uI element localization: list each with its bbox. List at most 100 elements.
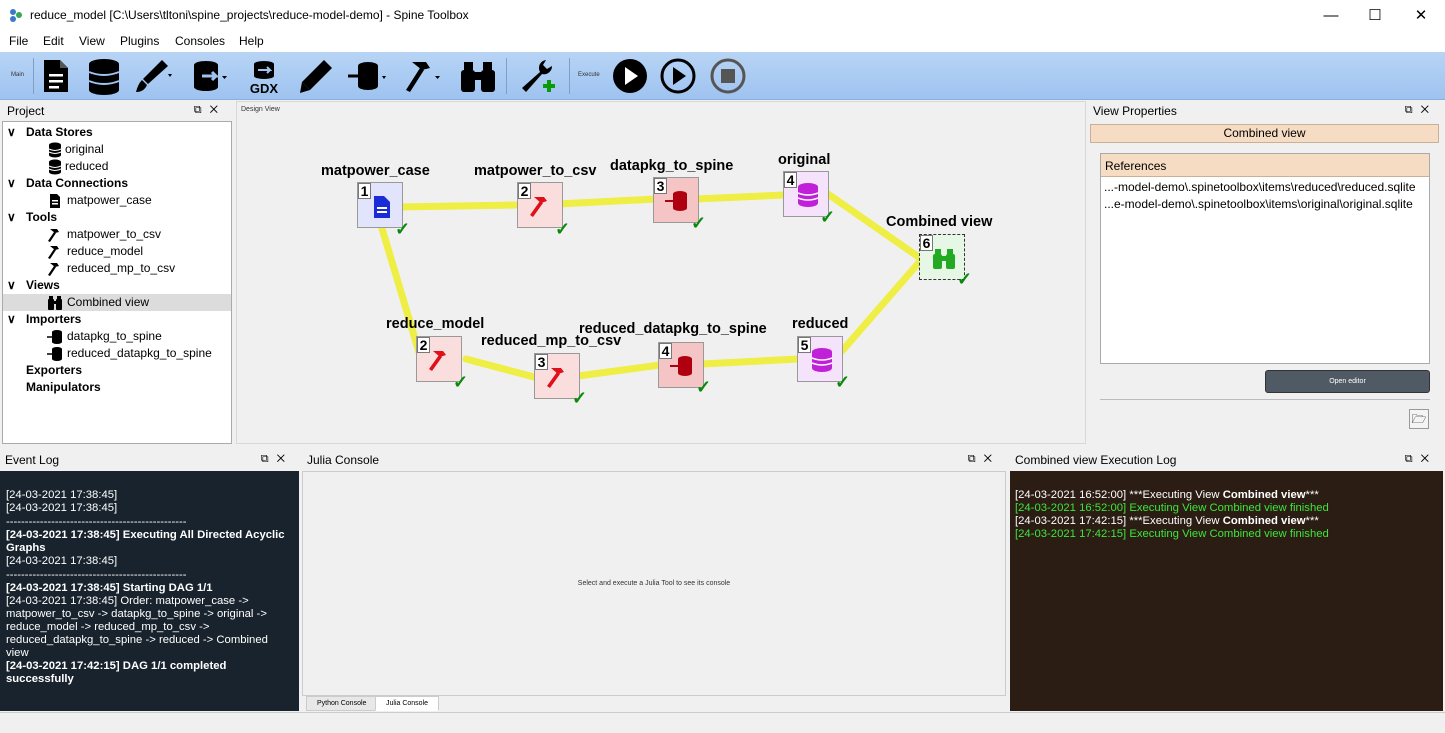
link-line[interactable] <box>377 221 425 363</box>
log-line: [24-03-2021 17:38:45] <box>6 502 118 514</box>
menu-help[interactable]: Help <box>239 34 264 48</box>
tree-item[interactable]: reduced_mp_to_csv <box>3 260 231 277</box>
project-tree[interactable]: ∨ Data Stores original reduced ∨ Data Connect… <box>2 121 232 444</box>
spine-app-icon <box>10 9 22 22</box>
tree-category-views[interactable]: ∨ Views <box>3 277 231 294</box>
stop-execution-icon[interactable] <box>708 56 748 96</box>
log-line: [24-03-2021 17:42:15] ***Executing View … <box>1015 515 1438 528</box>
link-line[interactable] <box>838 255 926 355</box>
hammer-icon <box>429 351 446 371</box>
dock-float-close-icons[interactable]: ⧉✕ <box>194 104 226 117</box>
execute-selected-icon[interactable] <box>658 56 698 96</box>
chevron-down-icon[interactable]: ∨ <box>7 277 16 294</box>
menu-consoles[interactable]: Consoles <box>175 34 225 48</box>
menu-view[interactable]: View <box>79 34 105 48</box>
log-line: [24-03-2021 16:52:00] ***Executing View … <box>1015 489 1438 502</box>
link-line[interactable] <box>462 355 538 381</box>
view-binoculars-icon[interactable] <box>458 56 498 96</box>
tree-category-exporters[interactable]: Exporters <box>3 362 231 379</box>
tree-item[interactable]: reduced_datapkg_to_spine <box>3 345 231 362</box>
open-editor-button[interactable]: Open editor <box>1265 370 1430 393</box>
status-bar <box>0 712 1445 733</box>
node-label: Combined view <box>886 214 993 230</box>
log-line: [24-03-2021 17:38:45] <box>6 555 118 567</box>
tool-brush-icon[interactable] <box>132 56 172 96</box>
julia-console-message: Select and execute a Julia Tool to see i… <box>577 580 731 587</box>
tree-category-label: Data Connections <box>26 176 129 190</box>
success-check-icon: ✓ <box>555 219 571 239</box>
tree-category-tools[interactable]: ∨ Tools <box>3 209 231 226</box>
tree-item[interactable]: matpower_to_csv <box>3 226 231 243</box>
link-line[interactable] <box>574 361 664 380</box>
chevron-down-icon[interactable]: ∨ <box>7 311 16 328</box>
menu-plugins[interactable]: Plugins <box>120 34 159 48</box>
log-text: *** <box>1305 515 1319 527</box>
menu-edit[interactable]: Edit <box>43 34 64 48</box>
tree-item[interactable]: matpower_case <box>3 192 231 209</box>
tree-item-label: datapkg_to_spine <box>67 329 162 343</box>
tool-hammer-icon[interactable] <box>402 56 442 96</box>
database-icon <box>811 348 833 372</box>
combiner-icon[interactable] <box>346 56 386 96</box>
node-label: reduced <box>792 316 849 332</box>
gdx-label: GDX <box>250 81 279 96</box>
execution-log-dock-title: Combined view Execution Log ⧉✕ <box>1010 450 1443 469</box>
importer-icon[interactable] <box>188 56 228 96</box>
manipulator-pen-icon[interactable] <box>296 56 336 96</box>
dock-float-close-icons[interactable]: ⧉✕ <box>968 453 1000 466</box>
tree-category-label: Tools <box>26 210 58 224</box>
add-specification-wrench-icon[interactable] <box>516 56 556 96</box>
data-store-icon[interactable] <box>84 56 124 96</box>
dock-float-close-icons[interactable]: ⧉✕ <box>261 453 293 466</box>
julia-console[interactable]: Select and execute a Julia Tool to see i… <box>302 471 1006 696</box>
dock-float-close-icons[interactable]: ⧉✕ <box>1405 104 1437 117</box>
event-log[interactable]: [24-03-2021 17:38:45] [24-03-2021 17:38:… <box>0 471 299 711</box>
divider <box>1100 399 1430 400</box>
tree-item-label: matpower_case <box>67 193 152 207</box>
success-check-icon: ✓ <box>395 219 411 239</box>
tree-item[interactable]: Combined view <box>3 294 231 311</box>
window-title: reduce_model [C:\Users\tltoni\spine_proj… <box>30 8 469 22</box>
title-bar: reduce_model [C:\Users\tltoni\spine_proj… <box>0 0 1445 31</box>
execution-log[interactable]: [24-03-2021 16:52:00] ***Executing View … <box>1010 471 1443 711</box>
chevron-down-icon[interactable]: ∨ <box>7 209 16 226</box>
link-line[interactable] <box>394 201 520 211</box>
importers-item-icon <box>47 329 63 345</box>
link-line[interactable] <box>554 195 660 208</box>
tools-item-icon <box>47 244 63 260</box>
log-item-name: Combined view <box>1222 515 1306 527</box>
tab-julia-console[interactable]: Julia Console <box>375 696 440 711</box>
tree-category-data-stores[interactable]: ∨ Data Stores <box>3 124 231 141</box>
tree-item[interactable]: reduced <box>3 158 231 175</box>
menu-file[interactable]: File <box>9 34 28 48</box>
data-connections-item-icon <box>47 193 63 209</box>
tree-category-importers[interactable]: ∨ Importers <box>3 311 231 328</box>
chevron-down-icon[interactable]: ∨ <box>7 124 16 141</box>
tree-category-manipulators[interactable]: Manipulators <box>3 379 231 396</box>
node-label: reduce_model <box>386 316 485 332</box>
view-properties-title: View Properties <box>1093 104 1177 118</box>
link-line[interactable] <box>698 355 802 368</box>
tree-item[interactable]: original <box>3 141 231 158</box>
tree-category-data-connections[interactable]: ∨ Data Connections <box>3 175 231 192</box>
success-check-icon: ✓ <box>696 377 712 397</box>
gdx-exporter-icon[interactable]: GDX <box>244 56 284 96</box>
close-icon[interactable]: ✕ <box>1398 0 1444 31</box>
chevron-down-icon[interactable]: ∨ <box>7 175 16 192</box>
tree-item[interactable]: reduce_model <box>3 243 231 260</box>
tab-python-console[interactable]: Python Console <box>306 696 378 711</box>
reference-row[interactable]: ...-model-demo\.spinetoolbox\items\reduc… <box>1101 177 1429 194</box>
data-connection-icon[interactable] <box>36 56 76 96</box>
execute-all-icon[interactable] <box>610 56 650 96</box>
minimize-icon[interactable]: — <box>1308 0 1354 31</box>
reference-row[interactable]: ...e-model-demo\.spinetoolbox\items\orig… <box>1101 194 1429 211</box>
main-toolbar: Main GDX Execute <box>0 52 1445 100</box>
link-line[interactable] <box>692 191 788 203</box>
folder-open-icon[interactable]: 🗁 <box>1409 409 1429 429</box>
tree-item[interactable]: datapkg_to_spine <box>3 328 231 345</box>
dock-float-close-icons[interactable]: ⧉✕ <box>1405 453 1437 466</box>
references-table[interactable]: References ...-model-demo\.spinetoolbox\… <box>1100 153 1430 364</box>
node-label: datapkg_to_spine <box>610 158 734 174</box>
toolbar-main-label: Main <box>11 72 25 78</box>
maximize-icon[interactable]: ☐ <box>1352 0 1398 31</box>
